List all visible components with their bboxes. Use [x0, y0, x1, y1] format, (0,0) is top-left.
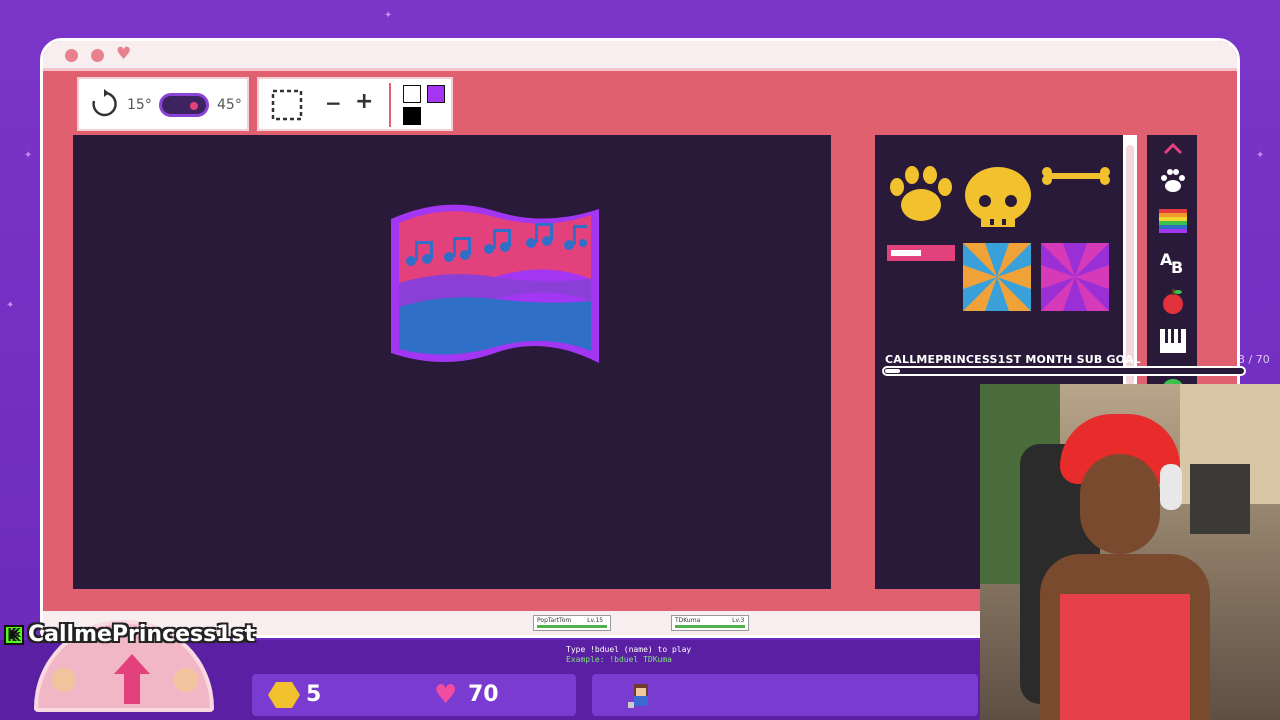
- duel-help-text: Type !bduel (name) to play Example: !bdu…: [566, 645, 691, 665]
- streamer-name: CallmePrincess1st: [28, 622, 256, 647]
- toolbar-divider: [389, 83, 391, 127]
- kick-logo-icon: K: [4, 625, 24, 645]
- rotate-toolbox: 15° 45°: [77, 77, 249, 131]
- drawing-canvas[interactable]: [73, 135, 831, 589]
- coin-count: 5: [306, 682, 322, 707]
- tertiary-color-swatch[interactable]: [403, 107, 421, 125]
- window-minimize-dot[interactable]: [91, 49, 104, 62]
- duel-player-2-level: Lv.3: [732, 617, 745, 624]
- letters-icon[interactable]: A B: [1159, 247, 1187, 275]
- duel-example: Example: !bduel TDKuma: [566, 655, 672, 664]
- gauge-right-marker: [174, 668, 198, 692]
- chevron-up-icon[interactable]: [1159, 137, 1187, 165]
- piano-icon[interactable]: [1159, 327, 1187, 355]
- skull-stamp-icon[interactable]: [963, 165, 1033, 229]
- sunburst-orange-blue-icon[interactable]: [963, 243, 1031, 311]
- sparkle-icon: ✦: [24, 150, 33, 161]
- duel-player-1-health: [537, 625, 607, 628]
- zoom-in-button[interactable]: +: [355, 89, 373, 114]
- coin-icon: [268, 682, 300, 708]
- face: [1080, 454, 1160, 554]
- bone-stamp-icon[interactable]: [1041, 167, 1111, 185]
- pink-bar-stamp-icon[interactable]: [887, 245, 955, 261]
- edit-toolbox: − +: [257, 77, 453, 131]
- music-pride-flag-drawing: [391, 204, 599, 363]
- duel-player-2-health: [675, 625, 745, 628]
- sub-goal-progress-bar: [882, 366, 1246, 376]
- secondary-color-swatch[interactable]: [403, 85, 421, 103]
- zoom-out-button[interactable]: −: [325, 91, 342, 115]
- rainbow-icon[interactable]: [1159, 207, 1187, 235]
- chalkboard: [1190, 464, 1250, 534]
- marquee-select-icon[interactable]: [271, 89, 303, 121]
- rotate-icon[interactable]: [89, 89, 119, 119]
- paw-icon[interactable]: [1159, 167, 1187, 195]
- duel-player-1-level: Lv.15: [587, 617, 604, 624]
- hud-stats-panel: 5 ♥ 70: [252, 674, 576, 716]
- rotate-angle-toggle[interactable]: [159, 93, 209, 117]
- pixel-avatar-icon: [628, 684, 648, 708]
- sub-goal-progress-fill: [885, 369, 900, 373]
- duel-player-1-tag: PopTartTom Lv.15: [533, 615, 611, 631]
- duel-player-1-name: PopTartTom: [537, 617, 572, 624]
- sub-goal-count: 3 / 70: [1238, 353, 1270, 366]
- webcam-feed: [980, 384, 1280, 720]
- duel-instruction: Type !bduel (name) to play: [566, 645, 692, 654]
- sparkle-icon: ✦: [6, 300, 15, 311]
- duel-player-2-name: TDKuma: [675, 617, 701, 624]
- headphones: [1160, 464, 1182, 510]
- svg-text:B: B: [1171, 258, 1183, 275]
- sparkle-icon: ✦: [384, 10, 393, 21]
- palette-scroll-thumb[interactable]: [1126, 145, 1134, 385]
- heart-count: 70: [468, 682, 499, 707]
- sub-goal-label: CALLMEPRINCESS1ST MONTH SUB GOAL: [885, 353, 1141, 366]
- apple-icon[interactable]: [1159, 287, 1187, 315]
- window-titlebar: ♥: [43, 41, 1237, 71]
- red-top: [1060, 594, 1190, 720]
- primary-color-swatch[interactable]: [427, 85, 445, 103]
- toggle-knob: [190, 102, 198, 110]
- heart-icon: ♥: [434, 680, 458, 710]
- stamp-category-bar: A B: [1147, 135, 1197, 395]
- sunburst-purple-magenta-icon[interactable]: [1041, 243, 1109, 311]
- hud-avatar-panel: [592, 674, 978, 716]
- rotate-min-label: 15°: [127, 97, 152, 113]
- heart-icon[interactable]: ♥: [116, 44, 131, 64]
- gauge-needle-icon: [114, 654, 150, 704]
- paw-stamp-icon[interactable]: [887, 165, 955, 225]
- window-close-dot[interactable]: [65, 49, 78, 62]
- rotate-max-label: 45°: [217, 97, 242, 113]
- gauge-left-marker: [52, 668, 76, 692]
- sparkle-icon: ✦: [1256, 150, 1265, 161]
- streamer-name-tag: K CallmePrincess1st: [4, 622, 255, 647]
- duel-player-2-tag: TDKuma Lv.3: [671, 615, 749, 631]
